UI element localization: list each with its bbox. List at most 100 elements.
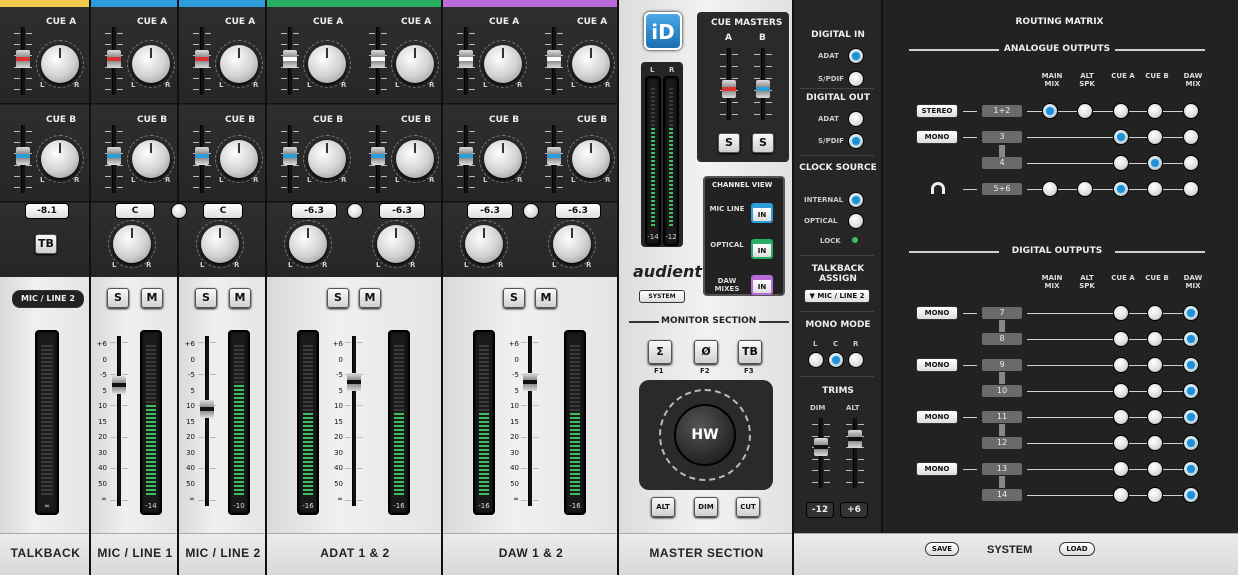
monitor-alt-button[interactable]: ALT: [651, 497, 675, 517]
analogue-row-route-toggle[interactable]: [1113, 129, 1129, 145]
monitor-volume-knob[interactable]: HW: [674, 404, 736, 466]
digital-row-route-toggle[interactable]: [1113, 305, 1129, 321]
cue-b-pan-knob[interactable]: [572, 140, 610, 178]
analogue-row-route-toggle[interactable]: [1183, 181, 1199, 197]
digital-row-route-toggle[interactable]: [1113, 487, 1129, 503]
analogue-row-route-toggle[interactable]: [1183, 103, 1199, 119]
digital-row-route-toggle[interactable]: [1113, 357, 1129, 373]
digital-out-adat-radio[interactable]: [848, 111, 864, 127]
cue-a-pan-knob[interactable]: [484, 45, 522, 83]
mono-mode-l-radio[interactable]: [808, 352, 824, 368]
cue-a-level-handle[interactable]: [371, 50, 385, 68]
digital-in-spdif-radio[interactable]: [848, 71, 864, 87]
analogue-row-mode-button[interactable]: STEREO: [916, 104, 958, 118]
digital-row-route-toggle[interactable]: [1183, 409, 1199, 425]
analogue-row-route-toggle[interactable]: [1147, 181, 1163, 197]
mute-button[interactable]: M: [229, 288, 251, 308]
cue-a-level-handle[interactable]: [283, 50, 297, 68]
system-button[interactable]: SYSTEM: [639, 290, 685, 303]
cue-master-a-solo[interactable]: S: [718, 133, 740, 153]
cue-a-level-handle[interactable]: [107, 50, 121, 68]
analogue-row-route-toggle[interactable]: [1147, 129, 1163, 145]
clock-optical-radio[interactable]: [848, 213, 864, 229]
analogue-row-route-toggle[interactable]: [1113, 155, 1129, 171]
talkback-button[interactable]: TB: [35, 234, 57, 254]
digital-row-route-toggle[interactable]: [1183, 435, 1199, 451]
digital-row-route-toggle[interactable]: [1183, 357, 1199, 373]
digital-row-route-toggle[interactable]: [1113, 409, 1129, 425]
digital-row-route-toggle[interactable]: [1183, 461, 1199, 477]
monitor-cut-button[interactable]: CUT: [736, 497, 760, 517]
talkback-input-select[interactable]: MIC / LINE 2: [12, 290, 84, 308]
cue-a-pan-knob[interactable]: [572, 45, 610, 83]
digital-row-route-toggle[interactable]: [1183, 383, 1199, 399]
stereo-link-toggle[interactable]: [523, 203, 539, 219]
cue-b-pan-knob[interactable]: [308, 140, 346, 178]
analogue-row-route-toggle[interactable]: [1113, 181, 1129, 197]
cue-master-b-solo[interactable]: S: [752, 133, 774, 153]
monitor-dim-button[interactable]: DIM: [694, 497, 718, 517]
digital-row-route-toggle[interactable]: [1113, 383, 1129, 399]
digital-row-route-toggle[interactable]: [1147, 383, 1163, 399]
cue-a-level-handle[interactable]: [195, 50, 209, 68]
analogue-row-route-toggle[interactable]: [1147, 103, 1163, 119]
digital-row-route-toggle[interactable]: [1113, 435, 1129, 451]
channel-view-in-button[interactable]: IN: [751, 203, 773, 223]
digital-row-route-toggle[interactable]: [1183, 487, 1199, 503]
digital-row-mode-button[interactable]: MONO: [916, 358, 958, 372]
digital-row-route-toggle[interactable]: [1113, 331, 1129, 347]
cue-b-level-handle[interactable]: [107, 147, 121, 165]
cue-b-level-handle[interactable]: [195, 147, 209, 165]
digital-row-route-toggle[interactable]: [1147, 305, 1163, 321]
stereo-link-toggle[interactable]: [347, 203, 363, 219]
cue-b-level-handle[interactable]: [547, 147, 561, 165]
load-button[interactable]: LOAD: [1059, 542, 1095, 556]
cue-a-level-handle[interactable]: [459, 50, 473, 68]
cue-master-a-fader-handle[interactable]: [722, 80, 736, 98]
analogue-row-mode-button[interactable]: MONO: [916, 130, 958, 144]
digital-row-route-toggle[interactable]: [1113, 461, 1129, 477]
cue-b-level-handle[interactable]: [371, 147, 385, 165]
left-pan-knob[interactable]: [289, 225, 327, 263]
mic-stereo-link-toggle[interactable]: [171, 203, 187, 219]
cue-a-level-handle[interactable]: [547, 50, 561, 68]
cue-master-b-fader-handle[interactable]: [756, 80, 770, 98]
digital-row-route-toggle[interactable]: [1147, 357, 1163, 373]
cue-b-level-handle[interactable]: [16, 147, 30, 165]
mono-mode-c-radio[interactable]: [828, 352, 844, 368]
analogue-row-route-toggle[interactable]: [1183, 129, 1199, 145]
mute-button[interactable]: M: [359, 288, 381, 308]
mono-mode-r-radio[interactable]: [848, 352, 864, 368]
solo-button[interactable]: S: [503, 288, 525, 308]
mute-button[interactable]: M: [141, 288, 163, 308]
cue-b-level-handle[interactable]: [459, 147, 473, 165]
digital-row-route-toggle[interactable]: [1147, 409, 1163, 425]
monitor-sum-button[interactable]: Σ: [648, 340, 672, 364]
talkback-assign-select[interactable]: ▼ MIC / LINE 2: [804, 289, 870, 303]
analogue-row-route-toggle[interactable]: [1183, 155, 1199, 171]
solo-button[interactable]: S: [107, 288, 129, 308]
digital-row-route-toggle[interactable]: [1183, 305, 1199, 321]
digital-row-route-toggle[interactable]: [1147, 435, 1163, 451]
cue-a-level-handle[interactable]: [16, 50, 30, 68]
cue-a-pan-knob[interactable]: [396, 45, 434, 83]
cue-a-pan-knob[interactable]: [220, 45, 258, 83]
digital-out-spdif-radio[interactable]: [848, 133, 864, 149]
trim-dim-fader-handle[interactable]: [814, 438, 828, 456]
solo-button[interactable]: S: [327, 288, 349, 308]
cue-b-level-handle[interactable]: [283, 147, 297, 165]
input-pan-knob[interactable]: [201, 225, 239, 263]
channel-fader-handle[interactable]: [112, 376, 126, 394]
right-pan-knob[interactable]: [377, 225, 415, 263]
solo-button[interactable]: S: [195, 288, 217, 308]
mute-button[interactable]: M: [535, 288, 557, 308]
analogue-row-route-toggle[interactable]: [1042, 103, 1058, 119]
channel-fader-handle[interactable]: [347, 373, 361, 391]
digital-row-mode-button[interactable]: MONO: [916, 462, 958, 476]
cue-b-pan-knob[interactable]: [220, 140, 258, 178]
channel-fader-handle[interactable]: [523, 373, 537, 391]
channel-fader-handle[interactable]: [200, 400, 214, 418]
channel-view-in-button[interactable]: IN: [751, 239, 773, 259]
save-button[interactable]: SAVE: [925, 542, 959, 556]
digital-row-route-toggle[interactable]: [1147, 331, 1163, 347]
